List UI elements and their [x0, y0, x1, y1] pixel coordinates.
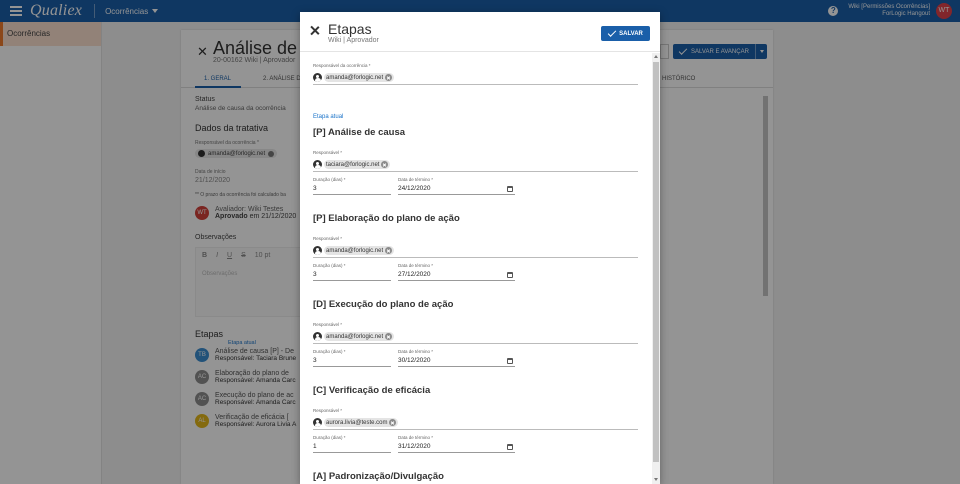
duration-input[interactable]: 3 [313, 270, 391, 281]
remove-icon[interactable] [385, 74, 393, 81]
step-responsible-label: Responsável * [313, 408, 343, 413]
dialog-scrollbar[interactable] [652, 53, 660, 484]
person-icon [313, 73, 322, 82]
duration-label: Duração (dias) * [313, 435, 346, 440]
duration-input[interactable]: 1 [313, 442, 391, 453]
end-date-value: 27/12/2020 [398, 271, 431, 278]
dialog-subtitle: Wiki | Aprovador [328, 37, 379, 44]
step-responsible-label: Responsável * [313, 236, 343, 241]
end-date-input[interactable]: 30/12/2020 [398, 356, 515, 367]
step-responsible-chip-label: taciara@forlogic.net [326, 161, 380, 168]
step-responsible-chip-label: aurora.livia@teste.com [326, 419, 388, 426]
check-icon [607, 27, 617, 37]
owner-chip[interactable]: amanda@forlogic.net [324, 73, 395, 82]
scroll-down-arrow-icon[interactable] [654, 478, 658, 481]
end-date-label: Data de término * [398, 177, 434, 182]
etapas-dialog: Etapas Wiki | Aprovador SALVAR Responsáv… [300, 12, 660, 484]
person-icon [313, 332, 322, 341]
step-responsible-chip[interactable]: amanda@forlogic.net [324, 332, 395, 341]
dialog-title: Etapas [328, 21, 372, 37]
step-title: [P] Elaboração do plano de ação [313, 213, 460, 224]
owner-label: Responsável da ocorrência * [313, 63, 371, 68]
owner-chip-label: amanda@forlogic.net [326, 74, 384, 81]
calendar-icon[interactable] [507, 358, 513, 364]
step-responsible-field[interactable]: taciara@forlogic.net [313, 160, 638, 172]
end-date-value: 24/12/2020 [398, 185, 431, 192]
remove-icon[interactable] [389, 419, 397, 426]
save-button[interactable]: SALVAR [601, 26, 650, 41]
step-responsible-field[interactable]: amanda@forlogic.net [313, 332, 638, 344]
owner-field[interactable]: amanda@forlogic.net [313, 73, 638, 85]
duration-label: Duração (dias) * [313, 263, 346, 268]
duration-input[interactable]: 3 [313, 356, 391, 367]
end-date-input[interactable]: 24/12/2020 [398, 184, 515, 195]
end-date-value: 30/12/2020 [398, 357, 431, 364]
scrollbar-thumb[interactable] [653, 62, 659, 462]
step-title: [D] Execução do plano de ação [313, 299, 454, 310]
save-button-label: SALVAR [619, 30, 643, 37]
person-icon [313, 246, 322, 255]
step-responsible-chip[interactable]: aurora.livia@teste.com [324, 418, 399, 427]
end-date-label: Data de término * [398, 349, 434, 354]
step-responsible-field[interactable]: aurora.livia@teste.com [313, 418, 638, 430]
end-date-label: Data de término * [398, 435, 434, 440]
step-responsible-chip[interactable]: amanda@forlogic.net [324, 246, 395, 255]
end-date-label: Data de término * [398, 263, 434, 268]
step-responsible-chip[interactable]: taciara@forlogic.net [324, 160, 391, 169]
step-responsible-label: Responsável * [313, 322, 343, 327]
end-date-input[interactable]: 27/12/2020 [398, 270, 515, 281]
remove-icon[interactable] [385, 333, 393, 340]
step-title: [A] Padronização/Divulgação [313, 471, 444, 482]
calendar-icon[interactable] [507, 186, 513, 192]
step-title: [C] Verificação de eficácia [313, 385, 431, 396]
remove-icon[interactable] [381, 161, 389, 168]
current-step-label: Etapa atual [313, 114, 344, 120]
dialog-body: Responsável da ocorrência * amanda@forlo… [300, 53, 652, 484]
end-date-value: 31/12/2020 [398, 443, 431, 450]
duration-input[interactable]: 3 [313, 184, 391, 195]
step-responsible-chip-label: amanda@forlogic.net [326, 333, 384, 340]
remove-icon[interactable] [385, 247, 393, 254]
scroll-up-arrow-icon[interactable] [654, 55, 658, 58]
dialog-header: Etapas Wiki | Aprovador SALVAR [300, 12, 660, 52]
end-date-input[interactable]: 31/12/2020 [398, 442, 515, 453]
calendar-icon[interactable] [507, 444, 513, 450]
close-icon[interactable] [309, 25, 321, 37]
person-icon [313, 418, 322, 427]
step-responsible-label: Responsável * [313, 150, 343, 155]
duration-label: Duração (dias) * [313, 349, 346, 354]
calendar-icon[interactable] [507, 272, 513, 278]
step-responsible-chip-label: amanda@forlogic.net [326, 247, 384, 254]
person-icon [313, 160, 322, 169]
step-responsible-field[interactable]: amanda@forlogic.net [313, 246, 638, 258]
duration-label: Duração (dias) * [313, 177, 346, 182]
step-title: [P] Análise de causa [313, 127, 406, 138]
